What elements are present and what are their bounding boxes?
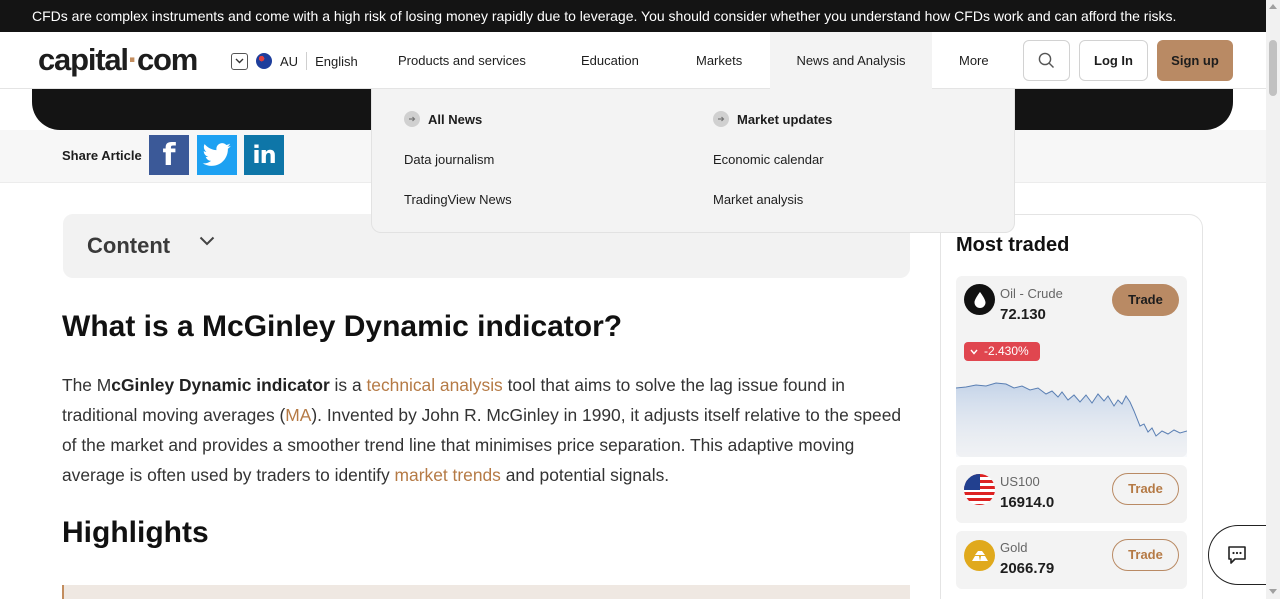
- scroll-up-arrow-icon[interactable]: [1269, 4, 1277, 9]
- nav-products-and-services[interactable]: Products and services: [398, 32, 526, 89]
- instrument-name: US100: [1000, 474, 1040, 489]
- trade-button[interactable]: Trade: [1112, 284, 1179, 316]
- instrument-name: Oil - Crude: [1000, 286, 1063, 301]
- news-and-analysis-dropdown: All News Data journalism TradingView New…: [371, 89, 1015, 233]
- nav-education[interactable]: Education: [581, 32, 639, 89]
- scrollbar-thumb[interactable]: [1269, 40, 1277, 96]
- twitter-share-button[interactable]: [197, 135, 237, 175]
- sign-up-button[interactable]: Sign up: [1157, 40, 1233, 81]
- trade-button[interactable]: Trade: [1112, 473, 1179, 505]
- arrow-right-icon: [713, 111, 729, 127]
- dropdown-item-tradingview-news[interactable]: TradingView News: [404, 192, 512, 207]
- article-title: What is a McGinley Dynamic indicator?: [62, 310, 623, 343]
- paragraph-text: and potential signals.: [500, 465, 670, 485]
- dropdown-item-market-analysis[interactable]: Market analysis: [713, 192, 803, 207]
- language-label: English: [315, 53, 358, 69]
- log-in-button[interactable]: Log In: [1079, 40, 1148, 81]
- instrument-price: 16914.0: [1000, 494, 1055, 511]
- arrow-right-icon: [404, 111, 420, 127]
- chevron-down-icon: [231, 52, 248, 70]
- search-icon: [1038, 52, 1054, 68]
- nav-more[interactable]: More: [959, 32, 989, 89]
- dropdown-item-economic-calendar[interactable]: Economic calendar: [713, 152, 824, 167]
- most-traded-panel: Most traded Oil - Crude 72.130 Trade -2.…: [940, 214, 1203, 599]
- instrument-price: 2066.79: [1000, 560, 1055, 577]
- logo-text-left: capital: [38, 42, 129, 77]
- price-change-value: -2.430%: [984, 344, 1029, 358]
- linkedin-share-button[interactable]: in: [244, 135, 284, 175]
- most-traded-item-us100[interactable]: US100 16914.0 Trade: [956, 465, 1187, 523]
- gold-bars-icon: [964, 540, 995, 571]
- technical-analysis-link[interactable]: technical analysis: [366, 375, 502, 395]
- highlights-box: [62, 585, 910, 599]
- twitter-bird-icon: [202, 142, 231, 166]
- us-flag-icon: [964, 474, 995, 505]
- highlights-heading: Highlights: [62, 516, 209, 549]
- dropdown-item-market-updates[interactable]: Market updates: [713, 111, 832, 127]
- paragraph-text: The M: [62, 375, 112, 395]
- chevron-down-icon: [970, 349, 978, 355]
- page-scrollbar[interactable]: [1266, 0, 1280, 599]
- most-traded-item-gold[interactable]: Gold 2066.79 Trade: [956, 531, 1187, 589]
- nav-news-and-analysis[interactable]: News and Analysis: [770, 32, 932, 89]
- most-traded-title: Most traded: [956, 234, 1070, 256]
- linkedin-icon: in: [252, 141, 276, 169]
- moving-average-link[interactable]: MA: [285, 405, 311, 425]
- region-divider: [306, 52, 308, 70]
- australia-flag-icon: [256, 53, 272, 69]
- facebook-share-button[interactable]: f: [149, 135, 189, 175]
- chat-bubble-icon: [1227, 546, 1246, 564]
- nav-markets[interactable]: Markets: [696, 32, 742, 89]
- article-paragraph: The McGinley Dynamic indicator is a tech…: [62, 370, 912, 490]
- oil-drop-icon: [964, 284, 995, 315]
- capital-com-logo[interactable]: capital·com: [38, 42, 198, 78]
- dropdown-item-label: All News: [428, 111, 483, 127]
- content-toggle-label: Content: [87, 233, 171, 258]
- region-code: AU: [280, 53, 299, 69]
- price-sparkline: [956, 382, 1187, 457]
- paragraph-text: is a: [329, 375, 367, 395]
- trade-button[interactable]: Trade: [1112, 539, 1179, 571]
- logo-text-right: com: [136, 42, 198, 77]
- dropdown-item-label: Market updates: [737, 111, 833, 127]
- most-traded-item-oil-crude[interactable]: Oil - Crude 72.130 Trade -2.430%: [956, 276, 1187, 457]
- chevron-down-icon: [199, 236, 215, 246]
- logo-dot: ·: [127, 42, 138, 77]
- share-article-label: Share Article: [62, 148, 142, 163]
- instrument-name: Gold: [1000, 540, 1028, 555]
- region-language-selector[interactable]: AU English: [231, 51, 358, 71]
- facebook-icon: f: [162, 137, 176, 173]
- risk-warning-banner: CFDs are complex instruments and come wi…: [0, 0, 1266, 32]
- search-button[interactable]: [1023, 40, 1070, 81]
- dropdown-item-all-news[interactable]: All News: [404, 111, 482, 127]
- instrument-price: 72.130: [1000, 306, 1046, 323]
- dropdown-item-data-journalism[interactable]: Data journalism: [404, 152, 494, 167]
- market-trends-link[interactable]: market trends: [395, 465, 501, 485]
- scroll-down-arrow-icon[interactable]: [1269, 589, 1277, 594]
- price-change-badge: -2.430%: [964, 342, 1040, 361]
- paragraph-bold-term: cGinley Dynamic indicator: [111, 375, 330, 395]
- site-header: capital·com AU English Products and serv…: [0, 32, 1266, 89]
- chat-support-button[interactable]: [1208, 525, 1268, 585]
